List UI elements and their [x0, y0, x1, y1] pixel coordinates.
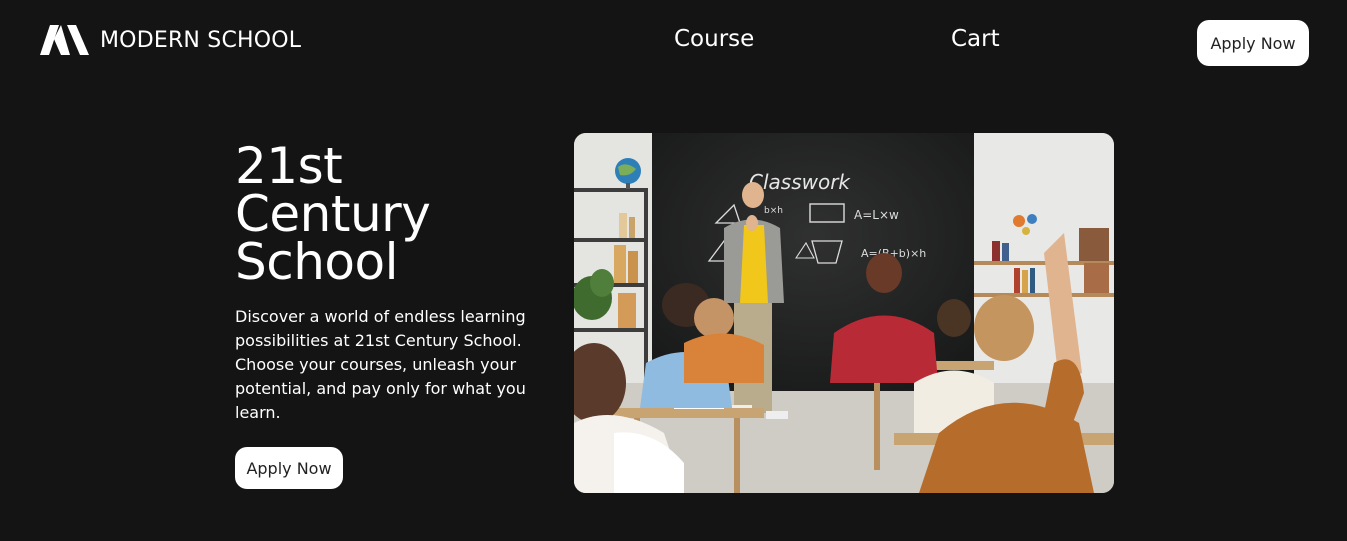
hero-title-line: 21st [235, 137, 343, 195]
hero-title: 21st Century School [235, 137, 431, 291]
brand-logo[interactable]: MODERN SCHOOL [40, 22, 301, 58]
chalkboard-formula-area: A=L×w [854, 208, 899, 222]
header-apply-button[interactable]: Apply Now [1197, 20, 1309, 66]
chalkboard-heading: Classwork [749, 170, 851, 194]
hero-title-line: Century [235, 185, 431, 243]
chalkboard-formula-triangle: b×h [764, 206, 783, 216]
brand-name: MODERN SCHOOL [100, 27, 302, 53]
hero-description: Discover a world of endless learning pos… [235, 307, 526, 422]
school-logo-mark-icon [40, 25, 89, 55]
hero-classroom-image: Classwork A=L×w b×h A=(B+b)×h [574, 133, 1114, 493]
nav-link-cart[interactable]: Cart [951, 26, 1000, 52]
landing-page: MODERN SCHOOL Course Cart Apply Now 21st… [0, 0, 1347, 541]
hero-apply-button[interactable]: Apply Now [235, 447, 343, 489]
hero-title-line: School [235, 233, 399, 291]
nav-link-course[interactable]: Course [674, 26, 754, 52]
